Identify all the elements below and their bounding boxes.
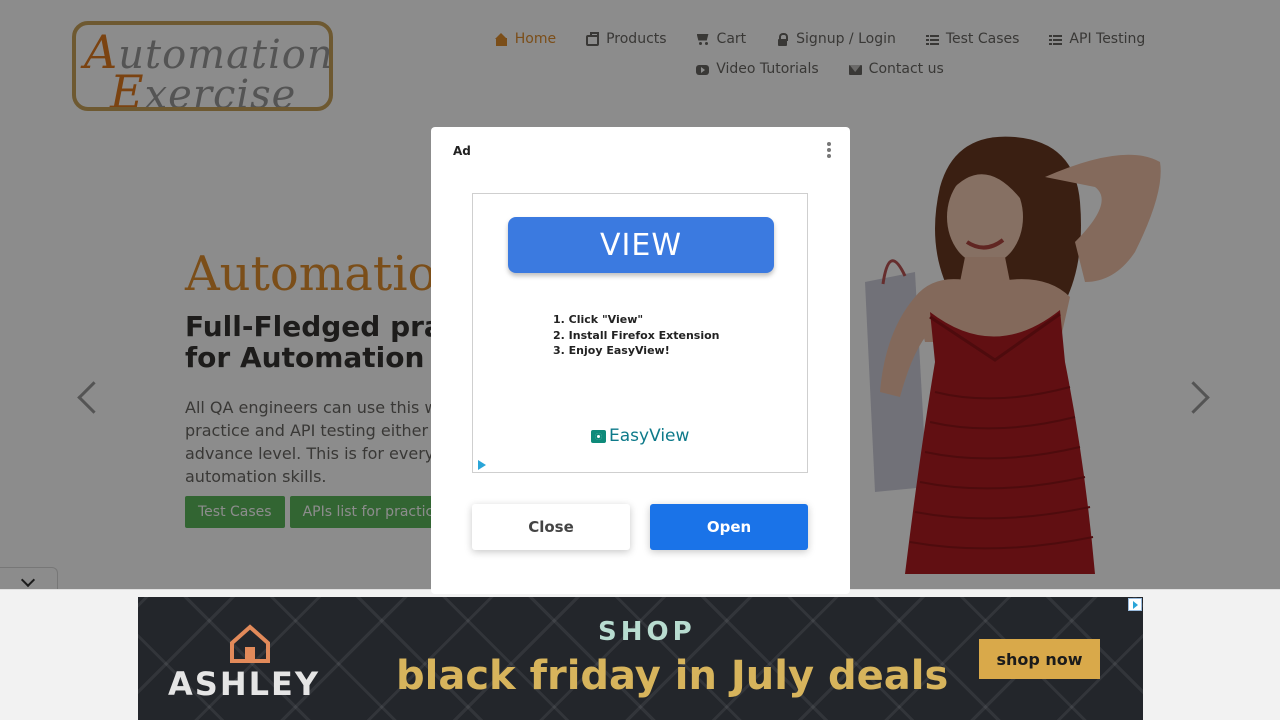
close-button[interactable]: Close: [472, 504, 630, 550]
adchoices-icon[interactable]: [476, 459, 488, 471]
open-button[interactable]: Open: [650, 504, 808, 550]
banner-shop-label: SHOP: [598, 617, 696, 647]
view-button[interactable]: VIEW: [508, 217, 774, 273]
easyview-logo: EasyView: [591, 426, 689, 446]
ad-modal: Ad VIEW 1. Click "View" 2. Install Firef…: [431, 127, 850, 594]
ad-creative[interactable]: VIEW 1. Click "View" 2. Install Firefox …: [472, 193, 808, 473]
shop-now-button[interactable]: shop now: [979, 639, 1100, 679]
ad-steps: 1. Click "View" 2. Install Firefox Exten…: [553, 313, 720, 357]
more-options-icon[interactable]: [824, 142, 834, 160]
banner-headline: black friday in July deals: [396, 653, 949, 699]
ad-label: Ad: [453, 144, 471, 158]
adchoices-icon[interactable]: [1128, 598, 1142, 611]
banner-ad[interactable]: ASHLEY SHOP black friday in July deals s…: [138, 597, 1143, 720]
eye-icon: [591, 429, 606, 443]
house-logo-icon: [230, 624, 270, 663]
banner-brand: ASHLEY: [168, 665, 321, 703]
